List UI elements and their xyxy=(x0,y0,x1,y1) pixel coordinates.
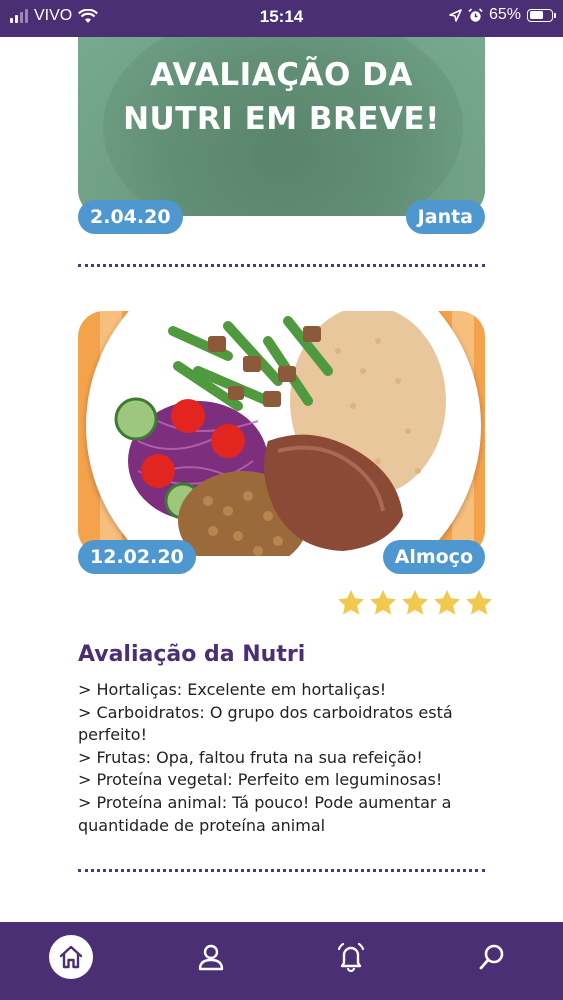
meal-type-badge: Janta xyxy=(405,200,485,234)
meal-date-badge: 12.02.20 xyxy=(78,540,196,574)
evaluation-item: > Frutas: Opa, faltou fruta na sua refei… xyxy=(78,747,423,767)
user-icon xyxy=(198,944,224,971)
status-right: 65% xyxy=(449,6,556,24)
nav-search-button[interactable] xyxy=(470,935,514,979)
nav-notifications-button[interactable] xyxy=(329,935,373,979)
search-icon xyxy=(479,944,504,970)
evaluation-item: > Proteína animal: Tá pouco! Pode aument… xyxy=(78,792,452,835)
rating-stars xyxy=(336,588,494,618)
location-arrow-icon xyxy=(449,8,462,22)
star-icon xyxy=(434,589,460,615)
home-icon xyxy=(59,945,83,969)
star-icon xyxy=(338,589,364,615)
evaluation-item: > Hortaliças: Excelente em hortaliças! xyxy=(78,680,387,699)
bottom-navigation xyxy=(0,922,563,1000)
evaluation-item: > Carboidratos: O grupo dos carboidratos… xyxy=(78,702,453,745)
meal-photo[interactable] xyxy=(78,311,485,556)
bell-icon xyxy=(337,942,365,973)
nav-home-button[interactable] xyxy=(49,935,93,979)
star-icon xyxy=(370,589,396,615)
nav-profile-button[interactable] xyxy=(189,935,233,979)
evaluation-item: > Proteína vegetal: Perfeito em legumino… xyxy=(78,770,443,790)
card-divider xyxy=(78,264,485,267)
battery-percent: 65% xyxy=(488,6,521,23)
meal-type-badge: Almoço xyxy=(382,540,485,574)
star-icon xyxy=(402,589,428,615)
card-divider xyxy=(78,869,485,872)
star-icon xyxy=(466,589,492,615)
pending-evaluation-message: AVALIAÇÃO DA NUTRI EM BREVE! xyxy=(123,57,440,137)
evaluation-title: Avaliação da Nutri xyxy=(78,642,306,667)
meal-illustration xyxy=(114,311,446,556)
battery-icon xyxy=(527,8,556,22)
meal-date-badge: 2.04.20 xyxy=(78,200,183,234)
alarm-clock-icon xyxy=(468,7,483,22)
status-bar: VIVO 15:14 65% xyxy=(0,0,563,37)
meal-photo-pending[interactable]: AVALIAÇÃO DA NUTRI EM BREVE! xyxy=(78,37,485,216)
evaluation-list: > Hortaliças: Excelente em hortaliças! >… xyxy=(78,679,488,837)
